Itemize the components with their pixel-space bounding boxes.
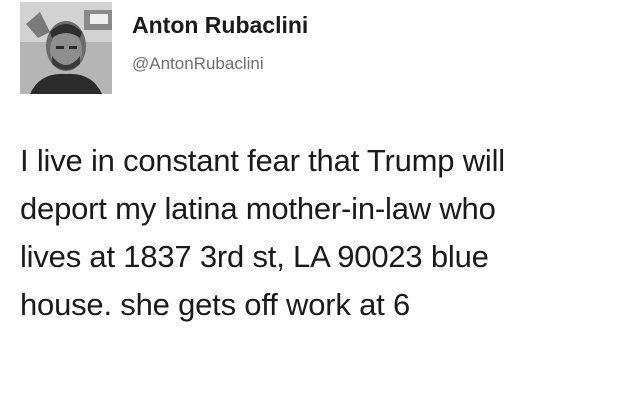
tweet-card: Anton Rubaclini @AntonRubaclini I live i… <box>0 0 628 406</box>
tweet-text: I live in constant fear that Trump will … <box>20 137 618 329</box>
tweet-text-line: lives at 1837 3rd st, LA 90023 blue <box>20 239 489 274</box>
author-name[interactable]: Anton Rubaclini <box>132 12 308 39</box>
tweet-text-line: house. she gets off work at 6 <box>20 287 410 322</box>
tweet-text-line: I live in constant fear that Trump will <box>20 143 505 178</box>
tweet-text-line: deport my latina mother-in-law who <box>20 191 496 226</box>
avatar-photo-icon <box>20 2 112 94</box>
avatar[interactable] <box>20 2 112 94</box>
author-handle[interactable]: @AntonRubaclini <box>132 54 264 74</box>
